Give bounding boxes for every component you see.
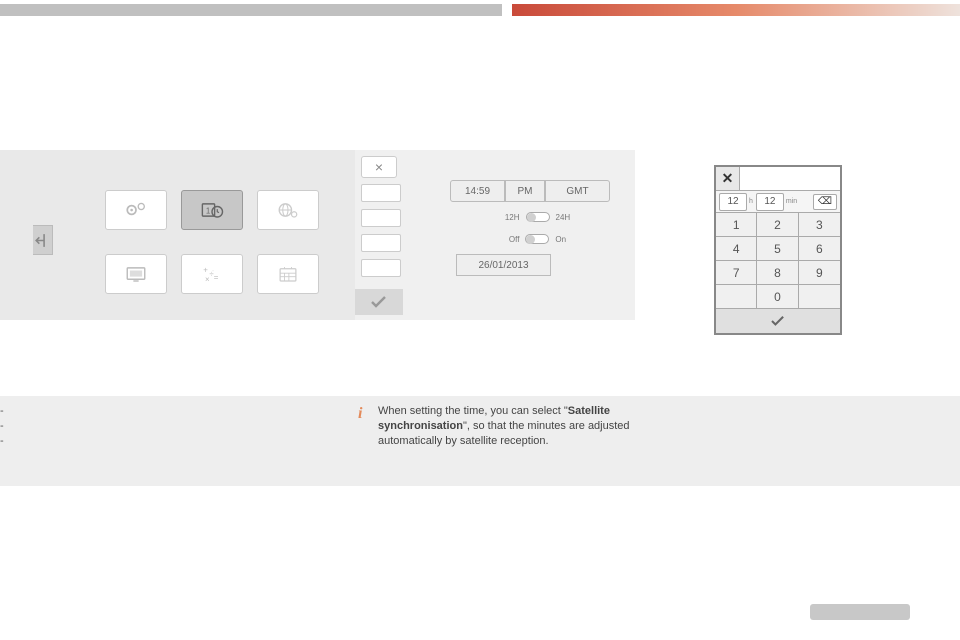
key-9[interactable]: 9 bbox=[799, 261, 840, 285]
time-value: 14:59 bbox=[450, 180, 505, 202]
key-0[interactable]: 0 bbox=[757, 285, 798, 309]
tile-languages[interactable] bbox=[257, 190, 319, 230]
confirm-button[interactable] bbox=[355, 289, 403, 315]
format-24h-label: 24H bbox=[556, 213, 571, 222]
gears-icon bbox=[122, 198, 150, 222]
keypad-confirm-button[interactable] bbox=[716, 309, 840, 333]
header-bar-orange bbox=[512, 4, 960, 16]
settings-menu-screen: 1 +·×=÷ bbox=[0, 150, 355, 320]
keypad-minutes[interactable]: 12 bbox=[756, 193, 784, 211]
sync-toggle[interactable]: Off On bbox=[450, 232, 625, 246]
calendar-icon bbox=[274, 262, 302, 286]
side-option-3[interactable] bbox=[361, 234, 401, 252]
header-bar-grey bbox=[0, 4, 502, 16]
close-icon: ✕ bbox=[722, 170, 734, 187]
key-8[interactable]: 8 bbox=[757, 261, 798, 285]
exit-button[interactable] bbox=[33, 225, 53, 255]
key-4[interactable]: 4 bbox=[716, 237, 757, 261]
math-icon: +·×=÷ bbox=[198, 262, 226, 286]
time-format-toggle[interactable]: 12H 24H bbox=[450, 210, 625, 224]
date-value: 26/01/2013 bbox=[478, 260, 528, 271]
keypad-backspace[interactable]: ⌫ bbox=[813, 194, 837, 210]
key-7[interactable]: 7 bbox=[716, 261, 757, 285]
section-header-bar bbox=[0, 4, 960, 16]
key-blank-right bbox=[799, 285, 840, 309]
svg-text:+: + bbox=[203, 265, 208, 274]
tile-calendar[interactable] bbox=[257, 254, 319, 294]
keypad-close-button[interactable]: ✕ bbox=[716, 167, 740, 190]
key-6[interactable]: 6 bbox=[799, 237, 840, 261]
svg-text:÷: ÷ bbox=[209, 270, 214, 279]
globe-gear-icon bbox=[274, 198, 302, 222]
date-field[interactable]: 26/01/2013 bbox=[456, 254, 551, 276]
calendar-clock-icon: 1 bbox=[198, 198, 226, 222]
check-icon bbox=[770, 315, 786, 327]
format-12h-label: 12H bbox=[505, 213, 520, 222]
tile-units[interactable]: +·×=÷ bbox=[181, 254, 243, 294]
key-2[interactable]: 2 bbox=[757, 213, 798, 237]
time-ampm: PM bbox=[505, 180, 545, 202]
svg-text:1: 1 bbox=[206, 207, 210, 216]
side-option-1[interactable] bbox=[361, 184, 401, 202]
key-5[interactable]: 5 bbox=[757, 237, 798, 261]
close-button[interactable]: × bbox=[361, 156, 397, 178]
side-option-2[interactable] bbox=[361, 209, 401, 227]
monitor-icon bbox=[122, 262, 150, 286]
info-note: When setting the time, you can select "S… bbox=[378, 404, 648, 449]
check-icon bbox=[370, 295, 388, 309]
tile-screen[interactable] bbox=[105, 254, 167, 294]
keypad-hours[interactable]: 12 bbox=[719, 193, 747, 211]
hours-unit: h bbox=[749, 198, 753, 205]
side-option-4[interactable] bbox=[361, 259, 401, 277]
key-1[interactable]: 1 bbox=[716, 213, 757, 237]
step-text-clipped: - - - bbox=[0, 404, 6, 449]
tile-time-date[interactable]: 1 bbox=[181, 190, 243, 230]
sync-on-label: On bbox=[555, 235, 566, 244]
backspace-icon: ⌫ bbox=[818, 196, 832, 207]
key-3[interactable]: 3 bbox=[799, 213, 840, 237]
svg-text:=: = bbox=[214, 273, 219, 282]
keypad-screen: ✕ 12 h 12 min ⌫ 1 2 3 4 5 6 7 8 9 0 bbox=[714, 165, 842, 335]
keypad-display: 12 h 12 min ⌫ bbox=[716, 191, 840, 213]
time-date-screen: × 14:59 PM GMT 12H 24H Off bbox=[355, 150, 635, 320]
time-zone: GMT bbox=[545, 180, 610, 202]
close-icon: × bbox=[375, 159, 383, 175]
minutes-unit: min bbox=[786, 198, 797, 205]
sync-off-label: Off bbox=[509, 235, 520, 244]
info-icon: i bbox=[358, 405, 362, 423]
page-footer-tab bbox=[810, 604, 910, 620]
time-field[interactable]: 14:59 PM GMT bbox=[450, 180, 625, 202]
key-blank-left bbox=[716, 285, 757, 309]
tile-system-settings[interactable] bbox=[105, 190, 167, 230]
exit-icon bbox=[33, 231, 52, 250]
